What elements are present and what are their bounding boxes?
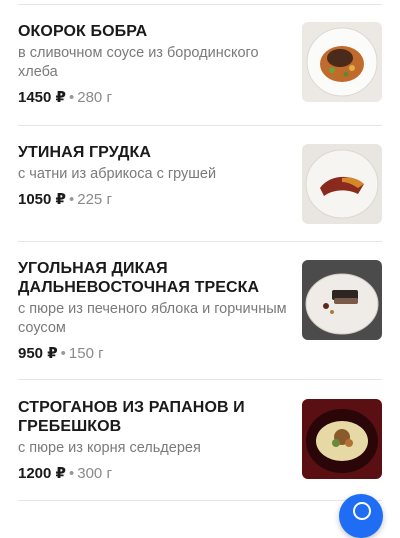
dish-price: 1050 ₽ — [18, 191, 66, 208]
menu-item-text: ОКОРОК БОБРА в сливочном соусе из бороди… — [18, 22, 288, 108]
divider — [18, 4, 382, 5]
dish-price: 950 ₽ — [18, 345, 58, 362]
dish-weight: 300 г — [77, 465, 112, 482]
separator-dot: • — [68, 465, 75, 482]
dish-photo-icon[interactable] — [302, 22, 382, 102]
dish-meta: 1200 ₽ • 300 г — [18, 464, 288, 484]
divider — [18, 241, 382, 242]
dish-description: с пюре из печеного яблока и горчичным со… — [18, 301, 287, 336]
dish-meta: 1050 ₽ • 225 г — [18, 190, 288, 210]
search-icon — [353, 502, 371, 520]
dish-photo-icon[interactable] — [302, 260, 382, 340]
divider — [18, 379, 382, 380]
dish-meta: 1450 ₽ • 280 г — [18, 88, 288, 108]
divider — [18, 125, 382, 126]
dish-title: ОКОРОК БОБРА — [18, 23, 148, 40]
dish-title: УГОЛЬНАЯ ДИКАЯ ДАЛЬНЕВОСТОЧНАЯ ТРЕСКА — [18, 260, 260, 296]
separator-dot: • — [68, 89, 75, 106]
dish-title: СТРОГАНОВ ИЗ РАПАНОВ И ГРЕБЕШКОВ — [18, 399, 245, 435]
dish-photo-icon[interactable] — [302, 144, 382, 224]
divider — [18, 500, 382, 501]
menu-item-text: УГОЛЬНАЯ ДИКАЯ ДАЛЬНЕВОСТОЧНАЯ ТРЕСКА с … — [18, 259, 288, 364]
dish-meta: 950 ₽ • 150 г — [18, 344, 288, 364]
dish-price: 1200 ₽ — [18, 465, 66, 482]
dish-description: с чатни из абрикоса с грушей — [18, 166, 217, 182]
dish-weight: 225 г — [77, 191, 112, 208]
separator-dot: • — [60, 345, 66, 362]
dish-photo-icon[interactable] — [302, 399, 382, 479]
dish-title: УТИНАЯ ГРУДКА — [18, 144, 151, 161]
menu-item-text: УТИНАЯ ГРУДКА с чатни из абрикоса с груш… — [18, 143, 288, 210]
dish-weight: 150 г — [68, 345, 104, 362]
dish-description: с пюре из корня сельдерея — [18, 440, 201, 456]
dish-weight: 280 г — [77, 89, 112, 106]
dish-description: в сливочном соусе из бородинского хлеба — [18, 45, 259, 80]
dish-price: 1450 ₽ — [18, 89, 66, 106]
search-button[interactable] — [339, 494, 383, 538]
menu-item-text: СТРОГАНОВ ИЗ РАПАНОВ И ГРЕБЕШКОВ с пюре … — [18, 398, 288, 484]
separator-dot: • — [68, 191, 75, 208]
